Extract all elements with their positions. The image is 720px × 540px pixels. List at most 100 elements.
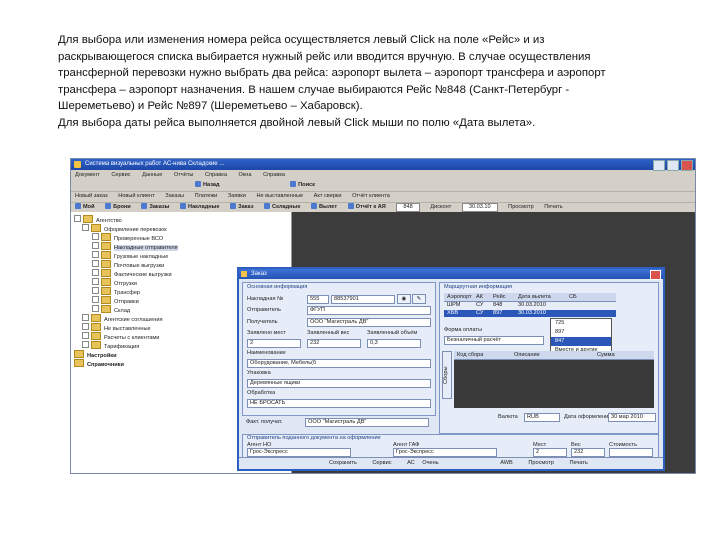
toolbar-waybills[interactable]: Накладные: [180, 203, 220, 210]
toolbar-client-report[interactable]: Отчёт клиента: [352, 193, 390, 199]
goods-table-body: [454, 360, 654, 408]
toolbar-report[interactable]: Отчёт к АЯ: [347, 203, 386, 210]
ac-button[interactable]: АС: [407, 460, 415, 466]
toolbar-requests[interactable]: Заявки: [228, 193, 246, 199]
currency-field[interactable]: RUB: [524, 413, 560, 422]
menu-item[interactable]: Окна: [239, 172, 252, 178]
report-icon: [347, 203, 354, 209]
awb-button[interactable]: AWB: [500, 460, 513, 466]
book-icon: [105, 203, 112, 209]
toolbar-discount[interactable]: Дисконт: [430, 204, 451, 210]
instruction-paragraph: Для выбора или изменения номера рейса ос…: [58, 32, 678, 132]
toolbar-order[interactable]: Заказ: [230, 203, 253, 210]
pack-field[interactable]: Деревянные ящики: [247, 379, 431, 388]
toolbar-new-order[interactable]: Новый заказ: [75, 193, 108, 199]
naming-field[interactable]: Оборудование, Мебель(б: [247, 359, 431, 368]
tree-item[interactable]: Грузовые накладные: [92, 251, 168, 260]
toolbar-payments[interactable]: Платежи: [195, 193, 218, 199]
route-table-header: Аэропорт АК Рейс Дата вылета СБ: [444, 293, 616, 302]
vertical-tab[interactable]: Сборы: [442, 351, 452, 399]
pay-form-field[interactable]: Безналичный расчёт: [444, 336, 544, 345]
toolbar-not-issued[interactable]: Не выставленные: [256, 193, 303, 199]
processing-field[interactable]: НЕ БРОСАТЬ: [247, 399, 431, 408]
preview-button[interactable]: Просмотр: [528, 460, 554, 466]
toolbar-orders2[interactable]: Заказы: [141, 203, 169, 210]
toolbar-reconciliation[interactable]: Акт сверки: [314, 193, 342, 199]
paragraph-line: раскрывающегося списка выбирается нужный…: [58, 50, 591, 63]
payer-field[interactable]: ООО "Магистраль ДВ": [305, 418, 429, 427]
main-info-group: Основная информация Накладная № 555 8853…: [242, 282, 436, 416]
folder-icon: [101, 287, 111, 295]
date-combo[interactable]: 30.03.10: [461, 203, 498, 212]
tree-item[interactable]: Агентство: [74, 215, 122, 224]
tree-item[interactable]: Трансфер: [92, 287, 140, 296]
sender-field[interactable]: ФГУП: [307, 306, 431, 315]
tree-item[interactable]: Почтовые выгрузки: [92, 260, 164, 269]
print-button[interactable]: Печать: [569, 460, 587, 466]
toolbar-my[interactable]: Мой: [75, 203, 95, 210]
service-button[interactable]: Сервис: [372, 460, 391, 466]
back-button[interactable]: Назад: [195, 181, 220, 188]
toolbar-preview[interactable]: Просмотр: [508, 204, 534, 210]
route-row-selected[interactable]: ХБВ СУ 897 30.03.2010: [444, 310, 616, 317]
paragraph-line: Для выбора даты рейса выполняется двойно…: [58, 116, 536, 129]
agent-field[interactable]: Грос-Экспресс: [393, 448, 497, 457]
agent-field[interactable]: Грос-Экспресс: [247, 448, 351, 457]
tree-item-selected[interactable]: Накладные отправителя: [92, 242, 178, 251]
save-button[interactable]: Сохранить: [329, 460, 357, 466]
flight-combo[interactable]: 848: [396, 203, 420, 212]
tree-item[interactable]: Агентские соглашения: [82, 314, 163, 323]
toolbar-bookings[interactable]: Брони: [105, 203, 131, 210]
menu-item[interactable]: Справка: [263, 172, 285, 178]
toolbar-orders[interactable]: Заказы: [165, 193, 184, 199]
tree-item[interactable]: Расчеты с клиентами: [82, 332, 159, 341]
volume-field[interactable]: 0,3: [367, 339, 421, 348]
tree-item[interactable]: Тарификация: [82, 341, 139, 350]
tree-item[interactable]: Проверенные ВСО: [92, 233, 163, 242]
flight-option[interactable]: 725: [551, 319, 611, 328]
date-field[interactable]: 30 мар 2010: [608, 413, 656, 422]
weight-field[interactable]: 232: [307, 339, 361, 348]
menu-item[interactable]: Справка: [205, 172, 227, 178]
very-button[interactable]: Очень: [422, 460, 438, 466]
flight-option[interactable]: 897: [551, 328, 611, 337]
menu-item[interactable]: Документ: [75, 172, 100, 178]
menu-item[interactable]: Данные: [142, 172, 162, 178]
tree-item[interactable]: Фактические выгрузки: [92, 269, 172, 278]
agent-field[interactable]: [609, 448, 653, 457]
tree-item[interactable]: Оформление перевозок: [82, 224, 167, 233]
menu-item[interactable]: Сервис: [111, 172, 130, 178]
agent-field[interactable]: 232: [571, 448, 605, 457]
naming-label: Наименование: [247, 350, 286, 356]
toolbar-new-client[interactable]: Новый клиент: [118, 193, 154, 199]
folder-icon: [101, 269, 111, 277]
binoculars-icon[interactable]: ◉: [397, 294, 411, 304]
folder-icon: [91, 314, 101, 322]
tree-item[interactable]: Отправки: [92, 296, 139, 305]
nakl-prefix-field[interactable]: 555: [307, 295, 329, 304]
tree-item[interactable]: Не выставленные: [82, 323, 151, 332]
nakl-number-field[interactable]: 88537901: [331, 295, 395, 304]
application-screenshot: Система визуальных работ АС-нива Складск…: [70, 158, 696, 474]
tree-item[interactable]: Отгрузки: [92, 278, 137, 287]
toolbar-stock[interactable]: Складные: [264, 203, 300, 210]
folder-icon: [91, 332, 101, 340]
menu-item[interactable]: Отчёты: [174, 172, 194, 178]
receiver-field[interactable]: ООО "Магистраль ДВ": [307, 318, 431, 327]
search-button[interactable]: Поиск: [290, 181, 315, 188]
dialog-title-bar: Заказ: [239, 269, 663, 280]
tree-item[interactable]: Справочники: [74, 359, 124, 368]
folder-icon: [83, 215, 93, 223]
route-row[interactable]: ШРМ СУ 848 30.03.2010: [444, 302, 616, 309]
tree-item[interactable]: Настройки: [74, 350, 117, 359]
goods-table-header: Код сбора Описание Сумма: [454, 351, 654, 360]
edit-icon[interactable]: ✎: [412, 294, 426, 304]
toolbar-departure[interactable]: Вылет: [311, 203, 337, 210]
dialog-close-icon[interactable]: [650, 270, 661, 280]
flight-option-selected[interactable]: 847: [551, 337, 611, 346]
toolbar-print[interactable]: Печать: [544, 204, 562, 210]
tree-item[interactable]: Склад: [92, 305, 130, 314]
places-field[interactable]: 2: [247, 339, 301, 348]
agent-field[interactable]: 2: [533, 448, 567, 457]
plane-icon: [311, 203, 317, 209]
